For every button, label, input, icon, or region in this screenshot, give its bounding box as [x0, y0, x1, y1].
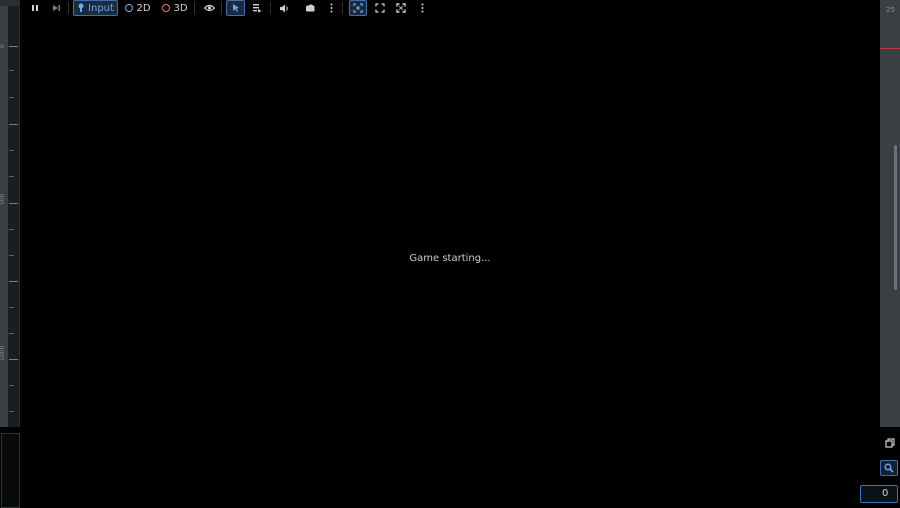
mode-3d-button[interactable]: 3D — [161, 0, 189, 16]
mute-button[interactable] — [276, 0, 292, 16]
ruler-tick — [9, 176, 14, 177]
circle-3d-icon — [162, 4, 171, 12]
guide-line — [880, 48, 900, 49]
corner-number: 25 — [886, 6, 895, 14]
mode-2d-button[interactable]: 2D — [124, 0, 152, 16]
frame-focus-icon — [353, 3, 363, 13]
next-frame-button[interactable] — [49, 0, 63, 16]
list-select-button[interactable] — [249, 0, 265, 16]
joystick-icon — [78, 3, 84, 12]
value-field[interactable]: 0 — [860, 485, 898, 503]
ruler-tick — [9, 203, 18, 204]
input-label: Input — [88, 2, 114, 14]
cursor-icon — [232, 4, 239, 12]
ruler-tick — [9, 97, 14, 98]
step-forward-icon — [52, 5, 60, 11]
select-mode-button[interactable] — [226, 0, 245, 16]
ruler-number: 0 — [0, 44, 6, 48]
kebab-icon — [330, 3, 332, 13]
input-button[interactable]: Input — [73, 0, 118, 16]
mode-2d-label: 2D — [136, 2, 151, 14]
list-icon — [253, 4, 262, 13]
toolbar-divider — [342, 2, 343, 14]
toolbar-divider — [270, 2, 271, 14]
ruler-tick — [9, 150, 14, 151]
ruler-tick — [9, 229, 14, 230]
circle-2d-icon — [125, 4, 134, 12]
left-bottom-panel — [1, 433, 20, 508]
expand-icon — [375, 3, 385, 13]
kebab-menu-icon — [421, 3, 423, 13]
pause-icon — [32, 5, 38, 11]
right-scroll-panel — [880, 0, 900, 427]
copy-icon — [885, 438, 895, 448]
camera-button[interactable] — [302, 0, 318, 16]
ruler-number: 500 — [0, 193, 6, 205]
visibility-button[interactable] — [201, 0, 217, 16]
ruler-tick — [9, 307, 14, 308]
toolbar-divider — [68, 2, 69, 14]
game-status-text: Game starting... — [409, 253, 491, 264]
mode-3d-label: 3D — [173, 2, 188, 14]
ruler-corner — [0, 0, 19, 6]
ruler-number: 1000 — [0, 345, 6, 361]
left-ruler: 0 500 1000 — [0, 0, 20, 427]
toolbar-divider — [221, 2, 222, 14]
camera-icon — [306, 4, 315, 12]
menu-button[interactable] — [415, 0, 429, 16]
ruler-tick — [9, 124, 18, 125]
expand-button[interactable] — [372, 0, 388, 16]
left-scroll-gutter[interactable] — [0, 0, 8, 427]
ruler-tick — [9, 359, 18, 360]
fullscreen-icon — [396, 3, 406, 13]
more-options-button[interactable] — [324, 0, 338, 16]
ruler-tick — [9, 385, 14, 386]
search-button[interactable] — [880, 460, 898, 476]
right-scrollbar-thumb[interactable] — [894, 145, 897, 290]
copy-button[interactable] — [881, 435, 899, 451]
search-icon — [884, 463, 894, 473]
fullscreen-button[interactable] — [393, 0, 409, 16]
ruler-tick — [9, 281, 18, 282]
toolbar-divider — [194, 2, 195, 14]
speaker-icon — [279, 4, 288, 12]
ruler-tick — [9, 70, 14, 71]
ruler-tick — [9, 46, 18, 47]
ruler-tick — [9, 333, 14, 334]
focus-button[interactable] — [349, 0, 367, 16]
eye-icon — [203, 4, 215, 12]
pause-button[interactable] — [28, 0, 42, 16]
ruler-tick — [9, 411, 14, 412]
